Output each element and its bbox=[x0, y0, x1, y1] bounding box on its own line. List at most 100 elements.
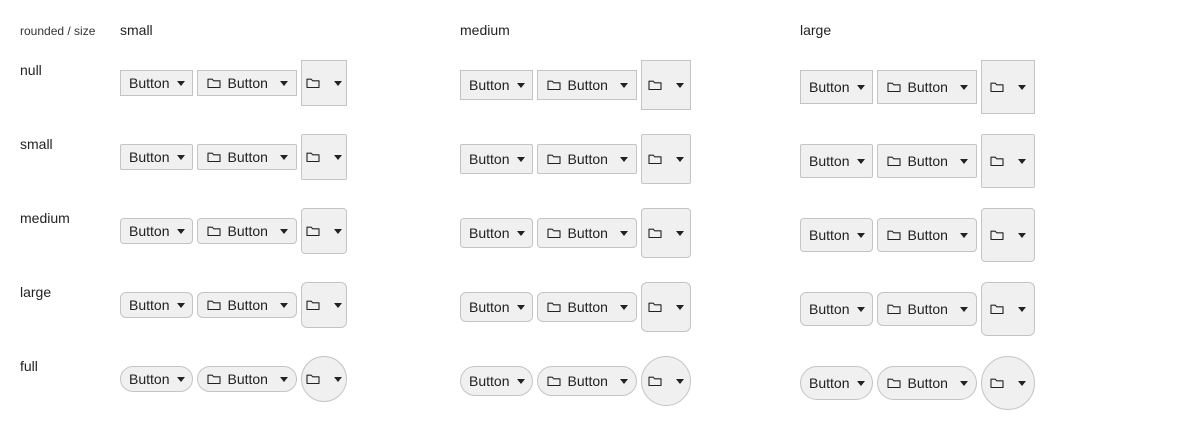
caret-down-icon bbox=[959, 158, 968, 164]
caret-down-icon bbox=[177, 228, 186, 234]
dropdown-button[interactable]: Button bbox=[120, 218, 194, 244]
caret-down-icon bbox=[1017, 232, 1026, 238]
caret-down-icon bbox=[1017, 306, 1026, 312]
dropdown-button[interactable]: Button bbox=[460, 218, 534, 248]
button-label: Button bbox=[809, 153, 850, 169]
caret-down-icon bbox=[619, 82, 628, 88]
folder-icon bbox=[547, 227, 562, 239]
dropdown-button[interactable]: Button bbox=[800, 144, 874, 178]
folder-icon bbox=[887, 81, 902, 93]
icon-dropdown-button[interactable] bbox=[300, 356, 347, 402]
dropdown-button-with-icon[interactable]: Button bbox=[537, 366, 637, 396]
button-group-full-large: Button Button bbox=[800, 356, 1035, 410]
icon-dropdown-button[interactable] bbox=[640, 208, 691, 258]
button-label: Button bbox=[129, 149, 170, 165]
dropdown-button-with-icon[interactable]: Button bbox=[877, 70, 977, 104]
button-label: Button bbox=[809, 227, 850, 243]
icon-dropdown-button[interactable] bbox=[980, 134, 1035, 188]
icon-dropdown-button[interactable] bbox=[640, 356, 691, 406]
caret-down-icon bbox=[177, 80, 186, 86]
button-group-large-small: Button Button bbox=[120, 282, 347, 328]
button-group-medium-small: Button Button bbox=[120, 208, 347, 254]
caret-down-icon bbox=[675, 230, 684, 236]
icon-dropdown-button[interactable] bbox=[980, 60, 1035, 114]
button-label: Button bbox=[227, 223, 268, 239]
row-label-large: large bbox=[20, 284, 52, 300]
icon-dropdown-button[interactable] bbox=[300, 208, 347, 254]
button-label: Button bbox=[907, 153, 948, 169]
caret-down-icon bbox=[177, 302, 186, 308]
dropdown-button[interactable]: Button bbox=[800, 292, 874, 326]
folder-icon bbox=[547, 375, 562, 387]
caret-down-icon bbox=[333, 302, 342, 308]
dropdown-button-with-icon[interactable]: Button bbox=[877, 292, 977, 326]
button-label: Button bbox=[907, 227, 948, 243]
dropdown-button-with-icon[interactable]: Button bbox=[197, 144, 297, 170]
button-group-small-medium: Button Button bbox=[460, 134, 691, 184]
icon-dropdown-button[interactable] bbox=[300, 60, 347, 106]
folder-icon bbox=[306, 299, 320, 311]
folder-icon bbox=[306, 151, 320, 163]
dropdown-button[interactable]: Button bbox=[800, 366, 874, 400]
dropdown-button[interactable]: Button bbox=[120, 70, 194, 96]
icon-dropdown-button[interactable] bbox=[640, 60, 691, 110]
caret-down-icon bbox=[517, 230, 526, 236]
icon-dropdown-button[interactable] bbox=[980, 356, 1035, 410]
icon-dropdown-button[interactable] bbox=[300, 282, 347, 328]
button-label: Button bbox=[809, 375, 850, 391]
button-label: Button bbox=[469, 299, 510, 315]
row-label-full: full bbox=[20, 358, 38, 374]
dropdown-button-with-icon[interactable]: Button bbox=[197, 70, 297, 96]
folder-icon bbox=[648, 79, 662, 91]
dropdown-button-with-icon[interactable]: Button bbox=[197, 218, 297, 244]
button-group-full-small: Button Button bbox=[120, 356, 347, 402]
dropdown-button-with-icon[interactable]: Button bbox=[537, 144, 637, 174]
dropdown-button-with-icon[interactable]: Button bbox=[537, 218, 637, 248]
dropdown-button-with-icon[interactable]: Button bbox=[877, 366, 977, 400]
button-label: Button bbox=[809, 79, 850, 95]
folder-icon bbox=[887, 303, 902, 315]
caret-down-icon bbox=[177, 154, 186, 160]
dropdown-button-with-icon[interactable]: Button bbox=[537, 70, 637, 100]
button-label: Button bbox=[907, 375, 948, 391]
dropdown-button-with-icon[interactable]: Button bbox=[537, 292, 637, 322]
dropdown-button[interactable]: Button bbox=[800, 70, 874, 104]
corner-label: rounded / size bbox=[20, 24, 96, 38]
dropdown-button-with-icon[interactable]: Button bbox=[877, 144, 977, 178]
button-group-small-large: Button Button bbox=[800, 134, 1035, 188]
dropdown-button[interactable]: Button bbox=[800, 218, 874, 252]
dropdown-button[interactable]: Button bbox=[120, 366, 194, 392]
button-label: Button bbox=[469, 373, 510, 389]
row-label-null: null bbox=[20, 62, 42, 78]
caret-down-icon bbox=[857, 380, 866, 386]
row-label-small: small bbox=[20, 136, 53, 152]
folder-icon bbox=[306, 225, 320, 237]
icon-dropdown-button[interactable] bbox=[980, 282, 1035, 336]
dropdown-button[interactable]: Button bbox=[460, 292, 534, 322]
dropdown-button-with-icon[interactable]: Button bbox=[197, 292, 297, 318]
dropdown-button-with-icon[interactable]: Button bbox=[197, 366, 297, 392]
caret-down-icon bbox=[619, 378, 628, 384]
caret-down-icon bbox=[177, 376, 186, 382]
button-group-null-medium: Button Button bbox=[460, 60, 691, 110]
dropdown-button-with-icon[interactable]: Button bbox=[877, 218, 977, 252]
column-header-small: small bbox=[120, 22, 153, 38]
folder-icon bbox=[207, 225, 222, 237]
icon-dropdown-button[interactable] bbox=[640, 282, 691, 332]
caret-down-icon bbox=[279, 154, 288, 160]
caret-down-icon bbox=[675, 378, 684, 384]
dropdown-button[interactable]: Button bbox=[460, 70, 534, 100]
dropdown-button[interactable]: Button bbox=[460, 144, 534, 174]
dropdown-button[interactable]: Button bbox=[120, 292, 194, 318]
icon-dropdown-button[interactable] bbox=[300, 134, 347, 180]
caret-down-icon bbox=[333, 154, 342, 160]
dropdown-button[interactable]: Button bbox=[460, 366, 534, 396]
icon-dropdown-button[interactable] bbox=[640, 134, 691, 184]
caret-down-icon bbox=[517, 82, 526, 88]
button-label: Button bbox=[227, 371, 268, 387]
folder-icon bbox=[990, 229, 1004, 241]
button-label: Button bbox=[567, 299, 608, 315]
dropdown-button[interactable]: Button bbox=[120, 144, 194, 170]
icon-dropdown-button[interactable] bbox=[980, 208, 1035, 262]
folder-icon bbox=[547, 301, 562, 313]
